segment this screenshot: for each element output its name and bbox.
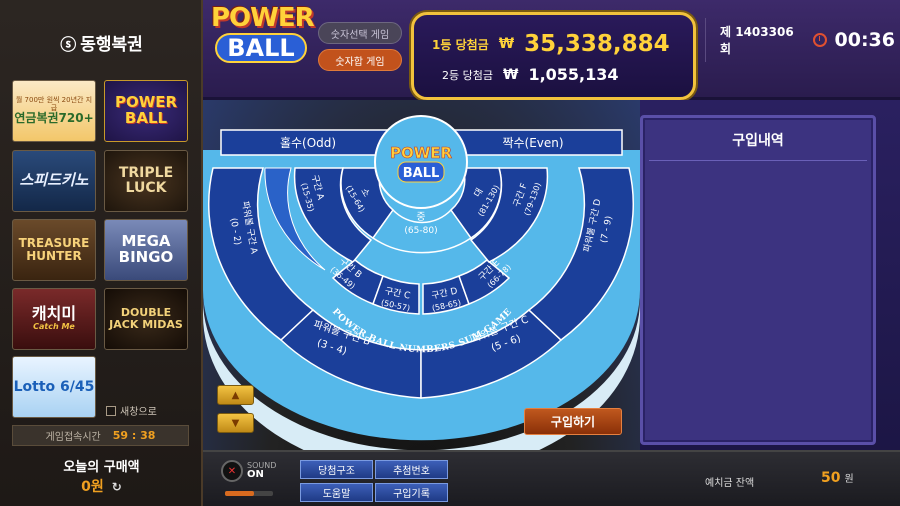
jackpot-panel: 1등 당첨금 ₩ 35,338,884 2등 당첨금 ₩ 1,055,134 [411,12,696,100]
footer: ✕ SOUND ON 당첨구조 추첨번호 도움말 구입기록 예치금 잔액 50 원 [203,450,900,506]
scroll-down-button[interactable]: ▼ [217,413,254,433]
prize-structure-button[interactable]: 당첨구조 [300,460,373,479]
middle-label: 중 [416,211,425,223]
second-prize: 2등 당첨금 ₩ 1,055,134 [442,65,619,84]
game-tile-speedkeno[interactable]: 스피드키노 [12,150,96,212]
even-label: 짝수(Even) [502,136,563,150]
speaker-icon[interactable]: ✕ [221,460,243,482]
center-logo-bottom: BALL [403,166,440,181]
game-tile-doublejackmidas[interactable]: DOUBLE JACK MIDAS [104,288,188,350]
game-tile-powerball[interactable]: POWER BALL [104,80,188,142]
sound-toggle[interactable]: ✕ SOUND ON [221,460,276,482]
deposit-label: 예치금 잔액 [705,478,755,489]
site-logo[interactable]: ⓢ 동행복권 [0,30,203,55]
checkbox-icon[interactable] [106,405,116,416]
center-logo-top: POWER [390,144,453,162]
header: POWER BALL 숫자선택 게임 숫자합 게임 1등 당첨금 ₩ 35,33… [203,0,900,100]
purchase-history-box: 구입내역 [640,115,876,445]
game-tile-treasurehunter[interactable]: TREASURE HUNTER [12,219,96,281]
betting-board: 홀수(Odd) 짝수(Even) POWER BALL 중 (65-80) 소 … [203,100,640,450]
game-tile-lotto645[interactable]: Lotto 6/45 [12,356,96,418]
purchase-history-title: 구입내역 [732,133,784,149]
today-purchase-amount: 0원 ↻ [81,479,122,495]
game-tile-megabingo[interactable]: MEGA BINGO [104,219,188,281]
game-tile-tripleluck[interactable]: TRIPLE LUCK [104,150,188,212]
game-tile-catchme[interactable]: 캐치미 Catch Me [12,288,96,350]
triangle-down-icon: ▼ [231,417,240,429]
sidebar: ⓢ 동행복권 월 700만 원씩 20년간 지급 연금복권720+ POWER B… [0,0,203,506]
divider [649,160,867,161]
new-window-checkbox[interactable]: 새창으로 [106,403,157,418]
volume-slider[interactable] [225,491,273,496]
game-tile-pension720[interactable]: 월 700만 원씩 20년간 지급 연금복권720+ [12,80,96,142]
purchase-history-panel: 구입내역 [640,100,900,450]
odd-label: 홀수(Odd) [280,136,336,150]
today-purchase-label: 오늘의 구매액 [63,460,140,475]
help-button[interactable]: 도움말 [300,483,373,502]
deposit-amount: 50 원 [821,470,854,486]
powerball-logo: POWER BALL [211,3,315,64]
buy-button[interactable]: 구입하기 [524,408,622,435]
mode-number-select-button[interactable]: 숫자선택 게임 [318,22,402,44]
triangle-up-icon: ▲ [231,389,240,401]
first-prize: 1등 당첨금 ₩ 35,338,884 [432,31,670,57]
refresh-icon[interactable]: ↻ [112,480,122,494]
clock-icon [812,33,827,47]
board-svg: 홀수(Odd) 짝수(Even) POWER BALL 중 (65-80) 소 … [203,115,640,450]
draw-numbers-button[interactable]: 추첨번호 [375,460,448,479]
purchase-record-button[interactable]: 구입기록 [375,483,448,502]
scroll-up-button[interactable]: ▲ [217,385,254,405]
connect-time: 게임접속시간 59 : 38 [12,425,189,446]
mode-number-sum-button[interactable]: 숫자합 게임 [318,49,402,71]
round-info: 제 1403306회 00:36 [705,18,895,62]
round-number: 제 1403306회 [720,25,794,56]
volume-fill [225,491,254,496]
countdown-timer: 00:36 [834,29,895,51]
app-window: ⓢ 동행복권 월 700만 원씩 20년간 지급 연금복권720+ POWER B… [0,0,900,506]
dhlottery-logo-icon: ⓢ [60,35,77,54]
middle-range: (65-80) [404,226,437,236]
